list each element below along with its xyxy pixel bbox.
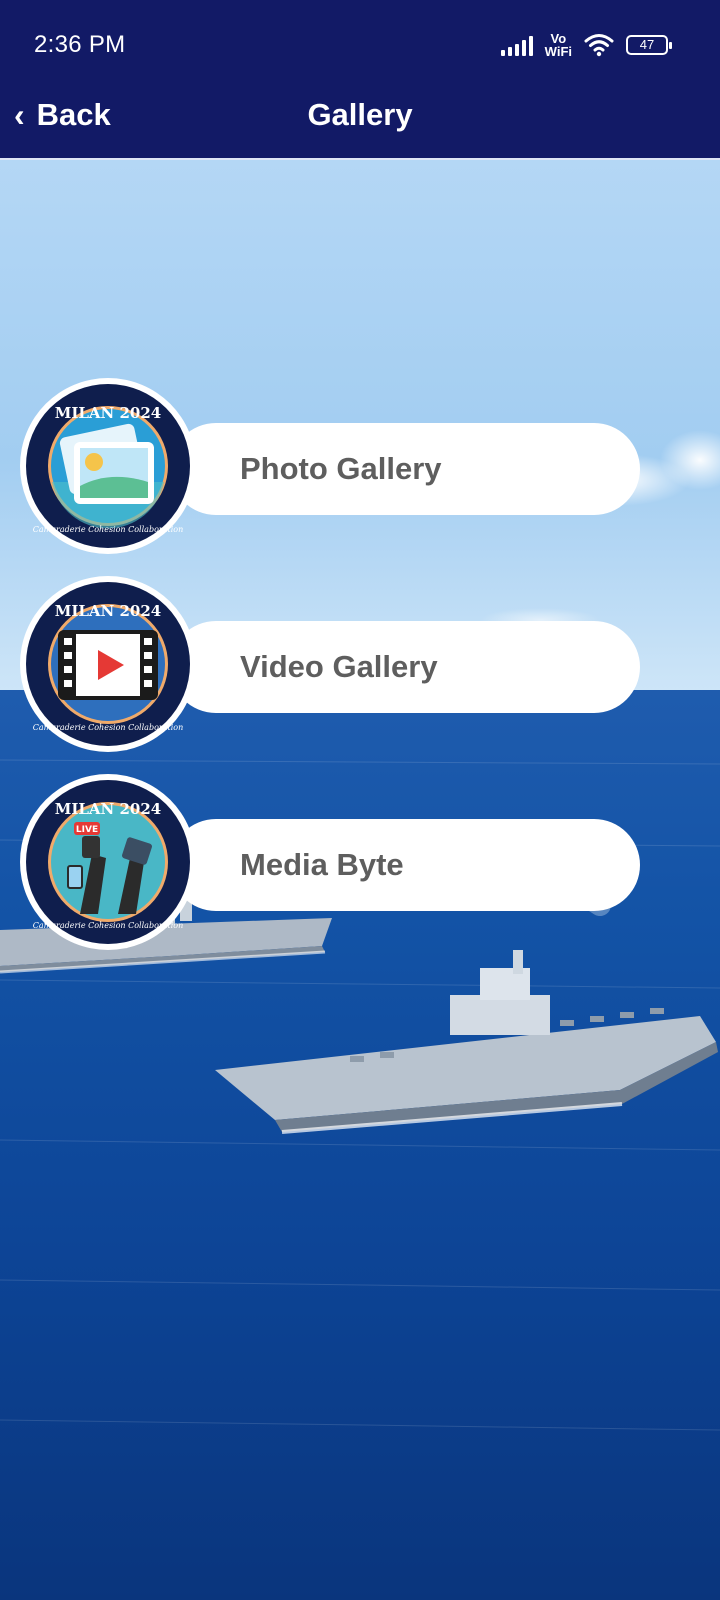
status-time: 2:36 PM: [34, 31, 126, 58]
badge-top-text: MILAN 2024: [55, 800, 162, 818]
menu-pill[interactable]: Photo Gallery: [170, 423, 640, 515]
signal-icon: [500, 34, 533, 56]
menu-item-label: Media Byte: [240, 847, 404, 882]
live-microphone-icon: LIVE MILAN 2024 Camaraderie Cohesion Col…: [20, 774, 196, 950]
status-bar: 2:36 PM Vo WiFi 47: [0, 0, 720, 90]
badge-bottom-text: Camaraderie Cohesion Collaboration: [33, 921, 183, 930]
badge-bottom-text: Camaraderie Cohesion Collaboration: [33, 723, 183, 732]
menu-item-media-byte[interactable]: Media Byte LIVE MILAN 2024 Camaraderie C…: [20, 774, 640, 950]
menu-item-photo-gallery[interactable]: Photo Gallery MILAN 2024 Camaraderie Coh…: [20, 378, 640, 554]
badge-bottom-text: Camaraderie Cohesion Collaboration: [33, 525, 183, 534]
video-play-icon: MILAN 2024 Camaraderie Cohesion Collabor…: [20, 576, 196, 752]
wifi-icon: [584, 34, 614, 57]
badge-top-text: MILAN 2024: [55, 602, 162, 620]
svg-text:LIVE: LIVE: [76, 825, 98, 835]
menu-item-label: Photo Gallery: [240, 451, 442, 486]
menu-item-label: Video Gallery: [240, 649, 438, 684]
menu-pill[interactable]: Media Byte: [170, 819, 640, 911]
battery-icon: 47: [626, 35, 672, 55]
status-icons: Vo WiFi 47: [500, 30, 672, 60]
menu-item-video-gallery[interactable]: Video Gallery MILAN 2024 Camaraderie Coh…: [20, 576, 640, 752]
app-header: 2:36 PM Vo WiFi 47 ‹ Back Gallery: [0, 0, 720, 160]
back-button[interactable]: ‹ Back: [14, 90, 111, 140]
photo-icon: MILAN 2024 Camaraderie Cohesion Collabor…: [20, 378, 196, 554]
back-label: Back: [36, 97, 111, 132]
chevron-left-icon: ‹: [14, 97, 25, 133]
badge-top-text: MILAN 2024: [55, 404, 162, 422]
vowifi-icon: Vo WiFi: [544, 31, 572, 59]
nav-bar: ‹ Back Gallery: [0, 90, 720, 160]
menu-pill[interactable]: Video Gallery: [170, 621, 640, 713]
